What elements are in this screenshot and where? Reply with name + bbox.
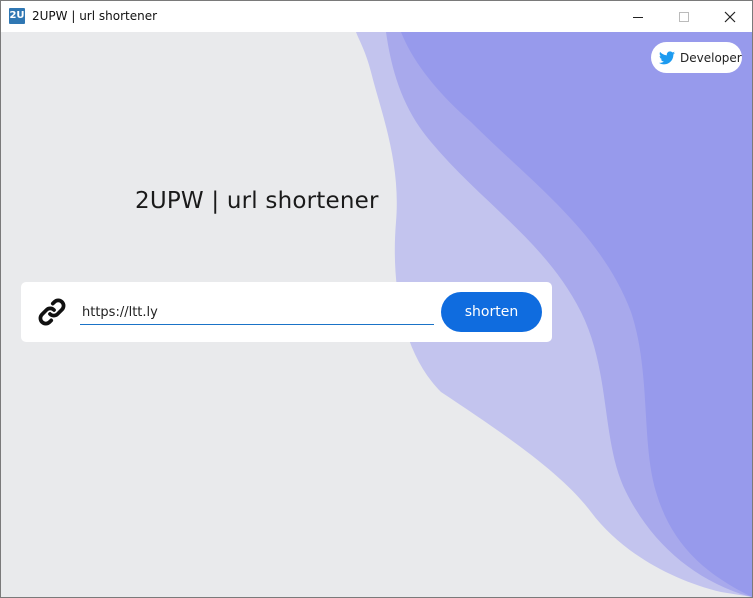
link-icon: [38, 298, 66, 326]
url-input[interactable]: [80, 300, 434, 325]
minimize-icon: [633, 16, 643, 18]
minimize-button[interactable]: [615, 1, 661, 32]
developer-button-label: Developer: [680, 50, 742, 65]
shortener-card: shorten: [21, 282, 552, 342]
close-button[interactable]: [707, 1, 752, 32]
close-icon: [724, 11, 736, 22]
title-bar[interactable]: 2U 2UPW | url shortener: [1, 1, 752, 32]
app-icon: 2U: [9, 8, 25, 24]
page-title: 2UPW | url shortener: [135, 188, 379, 214]
maximize-icon: [679, 11, 689, 22]
maximize-button[interactable]: [661, 1, 707, 32]
developer-button[interactable]: Developer: [651, 42, 742, 73]
twitter-bird-icon: [659, 50, 675, 64]
window-title: 2UPW | url shortener: [32, 9, 158, 23]
shorten-button[interactable]: shorten: [441, 292, 542, 332]
main-content: Developer 2UPW | url shortener shorten: [1, 32, 752, 597]
app-window: 2U 2UPW | url shortener Developer 2UPW |…: [0, 0, 753, 598]
